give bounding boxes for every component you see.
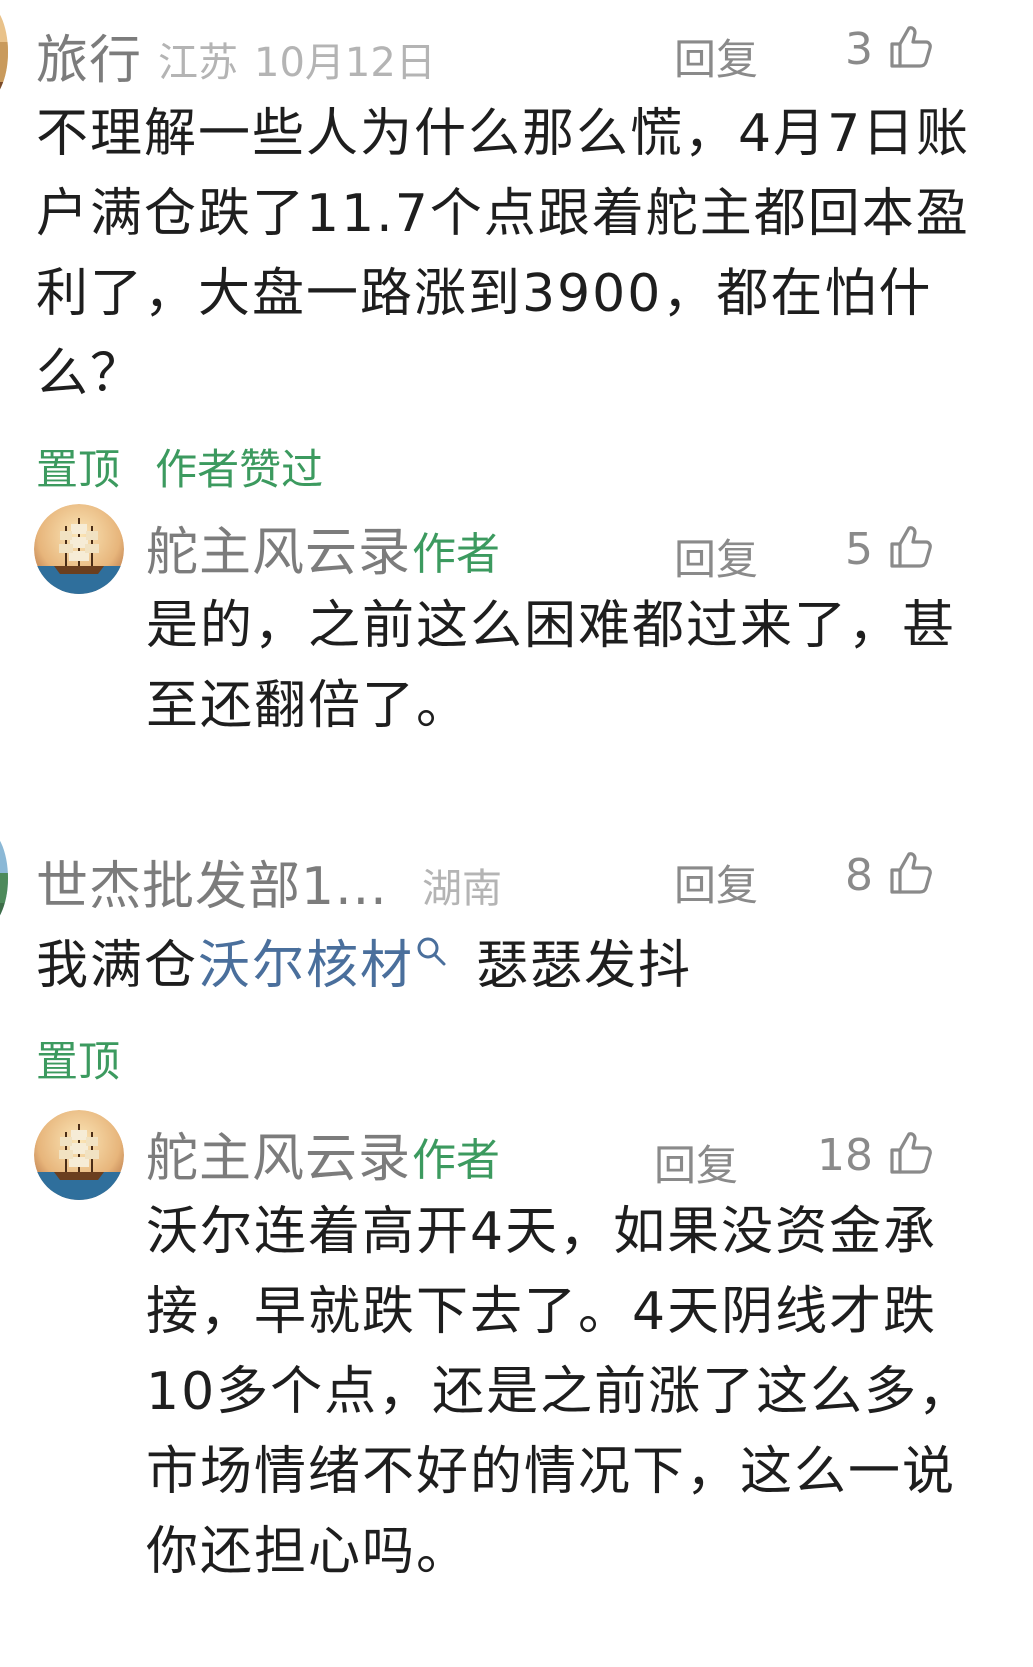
reply-text: 是的，之前这么困难都过来了，甚至还翻倍了。 [146,596,957,736]
author-liked-tag: 作者赞过 [155,445,324,494]
comment-item: 旅行 江苏 10月12日 回复 3 不理解一些人为什么那么慌，4月7日账户满仓跌… [0,0,1033,496]
comment-tags: 置顶 [36,1028,1033,1088]
author-badge: 作者 [412,529,500,580]
reply-button[interactable]: 回复 [654,1132,738,1193]
comment-date: 10月12日 [254,40,436,86]
search-icon[interactable] [414,934,448,968]
reply-item: 舵主风云录 作者 回复 18 沃尔连着高开4天，如果没资金承接，早就跌下去了。4… [0,1106,1033,1592]
comment-username[interactable]: 世杰批发部1... [36,844,388,919]
comment-username[interactable]: 旅行 [36,18,142,93]
comment-location: 江苏 [158,40,238,86]
like-count: 3 [845,24,873,75]
reply-username[interactable]: 舵主风云录 [146,1116,411,1191]
reply-button[interactable]: 回复 [674,526,758,587]
like-count: 18 [817,1130,873,1181]
comment-text: 我满仓沃尔核材 瑟瑟发抖 [36,926,976,1006]
reply-item: 舵主风云录 作者 回复 5 是的，之前这么困难都过来了，甚至还翻倍了。 [0,500,1033,746]
reply-button[interactable]: 回复 [674,26,758,87]
comment-text-suffix: 瑟瑟发抖 [476,936,693,996]
like-count: 8 [845,850,873,901]
thumbs-up-icon[interactable] [886,848,936,898]
pinned-tag: 置顶 [36,445,121,494]
like-count: 5 [845,524,873,575]
reply-button[interactable]: 回复 [674,852,758,913]
comment-location: 湖南 [422,866,502,912]
pinned-tag: 置顶 [36,1037,121,1086]
comment-tags: 置顶 作者赞过 [36,436,1033,496]
comment-item: 世杰批发部1... 湖南 回复 8 我满仓沃尔核材 瑟瑟发抖 置顶 [0,826,1033,1088]
comment-list: 旅行 江苏 10月12日 回复 3 不理解一些人为什么那么慌，4月7日账户满仓跌… [0,0,1033,1667]
comment-text-prefix: 我满仓 [36,936,199,996]
stock-link[interactable]: 沃尔核材 [198,936,414,996]
author-badge: 作者 [412,1135,500,1186]
thumbs-up-icon[interactable] [886,22,936,72]
reply-text: 沃尔连着高开4天，如果没资金承接，早就跌下去了。4天阴线才跌10多个点，还是之前… [146,1202,973,1582]
comment-text: 不理解一些人为什么那么慌，4月7日账户满仓跌了11.7个点跟着舵主都回本盈利了，… [36,104,971,404]
thumbs-up-icon[interactable] [886,522,936,572]
thumbs-up-icon[interactable] [886,1128,936,1178]
reply-username[interactable]: 舵主风云录 [146,510,411,585]
